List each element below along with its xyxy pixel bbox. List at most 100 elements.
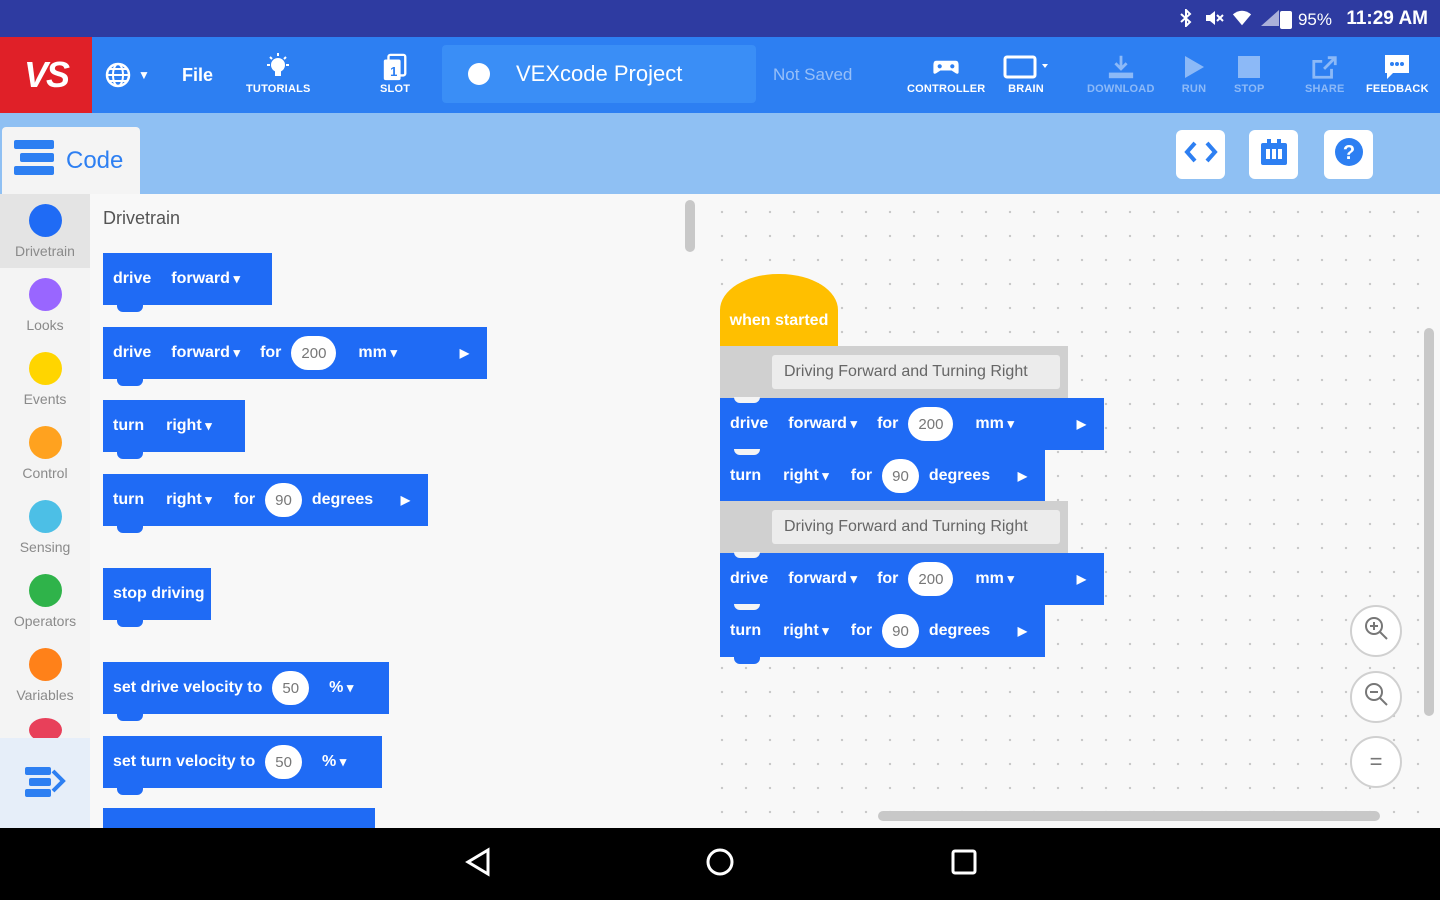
block-turn[interactable]: turn right	[103, 400, 245, 459]
vexcode-logo[interactable]: VS	[0, 37, 92, 113]
feedback-label: FEEDBACK	[1366, 83, 1429, 95]
brain-icon	[1002, 55, 1050, 79]
play-arrow-icon: ▶	[459, 346, 469, 360]
category-color-dot	[28, 499, 62, 533]
block-set-drive-velocity[interactable]: set drive velocity to 50 %	[103, 662, 389, 721]
workspace-vertical-scrollbar[interactable]	[1424, 328, 1434, 716]
comment-block[interactable]: Driving Forward and Turning Right	[720, 346, 1068, 398]
category-label: Control	[22, 464, 68, 481]
share-label: SHARE	[1305, 83, 1345, 95]
unit-dropdown[interactable]: %	[322, 753, 346, 771]
block-turn-for[interactable]: turn right for 90 degrees ▶	[720, 604, 1045, 664]
comment-text[interactable]: Driving Forward and Turning Right	[772, 510, 1060, 544]
direction-dropdown[interactable]: forward	[788, 415, 857, 433]
velocity-input[interactable]: 50	[272, 671, 310, 705]
category-drivetrain[interactable]: Drivetrain	[0, 194, 90, 268]
brain-button[interactable]: BRAIN	[1002, 37, 1050, 113]
direction-dropdown[interactable]: forward	[171, 270, 240, 288]
zoom-reset-label: =	[1369, 749, 1383, 774]
code-workspace[interactable]: when started Driving Forward and Turning…	[704, 194, 1440, 828]
home-button[interactable]	[702, 846, 738, 882]
category-control[interactable]: Control	[0, 416, 90, 490]
angle-input[interactable]: 90	[265, 483, 302, 517]
slot-button[interactable]: 1 SLOT	[380, 37, 410, 113]
controller-button[interactable]: CONTROLLER	[907, 37, 985, 113]
extensions-button[interactable]	[0, 738, 90, 828]
distance-input[interactable]: 200	[291, 336, 337, 370]
direction-dropdown[interactable]: right	[166, 491, 212, 509]
tutorials-button[interactable]: TUTORIALS	[246, 37, 311, 113]
block-set-turn-velocity[interactable]: set turn velocity to 50 %	[103, 736, 382, 795]
block-turn-for[interactable]: turn right for 90 degrees ▶	[103, 474, 428, 533]
chevron-down-icon: ▼	[138, 68, 150, 82]
share-button[interactable]: SHARE	[1305, 37, 1345, 113]
block-drive-for[interactable]: drive forward for 200 mm ▶	[103, 327, 487, 386]
recents-button[interactable]	[946, 846, 982, 882]
block-drive-for[interactable]: drive forward for 200 mm ▶	[720, 552, 1104, 612]
signal-icon	[1260, 9, 1280, 27]
project-type-icon	[468, 63, 490, 85]
zoom-in-button[interactable]	[1350, 605, 1402, 657]
category-operators[interactable]: Operators	[0, 564, 90, 638]
distance-input[interactable]: 200	[908, 562, 954, 596]
category-label: Operators	[13, 612, 77, 629]
editor-header: Code ?	[0, 113, 1440, 194]
language-button[interactable]: ▼	[104, 37, 150, 113]
palette-scrollbar[interactable]	[685, 200, 695, 252]
back-triangle-icon	[464, 846, 492, 882]
unit-dropdown[interactable]: mm	[975, 415, 1014, 433]
workspace-horizontal-scrollbar[interactable]	[878, 811, 1380, 821]
play-arrow-icon: ▶	[1076, 417, 1086, 431]
unit-dropdown[interactable]: mm	[358, 344, 397, 362]
category-variables[interactable]: Variables	[0, 638, 90, 712]
direction-dropdown[interactable]: forward	[171, 344, 240, 362]
download-button[interactable]: DOWNLOAD	[1087, 37, 1155, 113]
comment-block[interactable]: Driving Forward and Turning Right	[720, 501, 1068, 553]
angle-input[interactable]: 90	[882, 459, 919, 493]
download-icon	[1107, 55, 1135, 79]
block-text: degrees	[928, 467, 991, 484]
block-drive[interactable]: drive forward	[103, 253, 272, 312]
code-viewer-button[interactable]	[1176, 130, 1225, 179]
category-sensing[interactable]: Sensing	[0, 490, 90, 564]
bluetooth-icon	[1176, 9, 1196, 27]
feedback-button[interactable]: FEEDBACK	[1366, 37, 1429, 113]
run-button[interactable]: RUN	[1180, 37, 1208, 113]
block-text: drive	[730, 415, 769, 432]
zoom-out-button[interactable]	[1350, 671, 1402, 723]
block-stop-driving[interactable]: stop driving	[103, 568, 211, 627]
block-partial[interactable]	[103, 808, 375, 828]
direction-dropdown[interactable]: right	[783, 467, 829, 485]
help-button[interactable]: ?	[1324, 130, 1373, 179]
direction-dropdown[interactable]: forward	[788, 570, 857, 588]
zoom-reset-button[interactable]: =	[1350, 736, 1402, 788]
back-button[interactable]	[460, 846, 496, 882]
block-text: turn	[730, 622, 762, 639]
stop-button[interactable]: STOP	[1234, 37, 1265, 113]
home-circle-icon	[705, 847, 735, 882]
direction-dropdown[interactable]: right	[166, 417, 212, 435]
play-arrow-icon: ▶	[1076, 572, 1086, 586]
angle-input[interactable]: 90	[882, 614, 919, 648]
block-turn-for[interactable]: turn right for 90 degrees ▶	[720, 449, 1045, 509]
devices-button[interactable]	[1249, 130, 1298, 179]
extensions-icon	[23, 763, 67, 804]
category-looks[interactable]: Looks	[0, 268, 90, 342]
distance-input[interactable]: 200	[908, 407, 954, 441]
tab-code[interactable]: Code	[2, 127, 140, 194]
block-drive-for[interactable]: drive forward for 200 mm ▶	[720, 397, 1104, 457]
direction-dropdown[interactable]: right	[783, 622, 829, 640]
file-menu-button[interactable]: File	[182, 37, 213, 113]
stop-label: STOP	[1234, 83, 1265, 95]
app-toolbar: VS ▼ File TUTORIALS 1 SLOT VEXcode Proje…	[0, 37, 1440, 113]
category-events[interactable]: Events	[0, 342, 90, 416]
velocity-input[interactable]: 50	[265, 745, 302, 779]
unit-dropdown[interactable]: mm	[975, 570, 1014, 588]
block-text: degrees	[311, 491, 374, 508]
unit-dropdown[interactable]: %	[329, 679, 353, 697]
project-name-field[interactable]: VEXcode Project	[442, 45, 756, 103]
comment-text[interactable]: Driving Forward and Turning Right	[772, 355, 1060, 389]
battery-icon	[1279, 11, 1292, 29]
category-label: Variables	[16, 686, 74, 703]
when-started-block[interactable]: when started	[720, 274, 838, 346]
